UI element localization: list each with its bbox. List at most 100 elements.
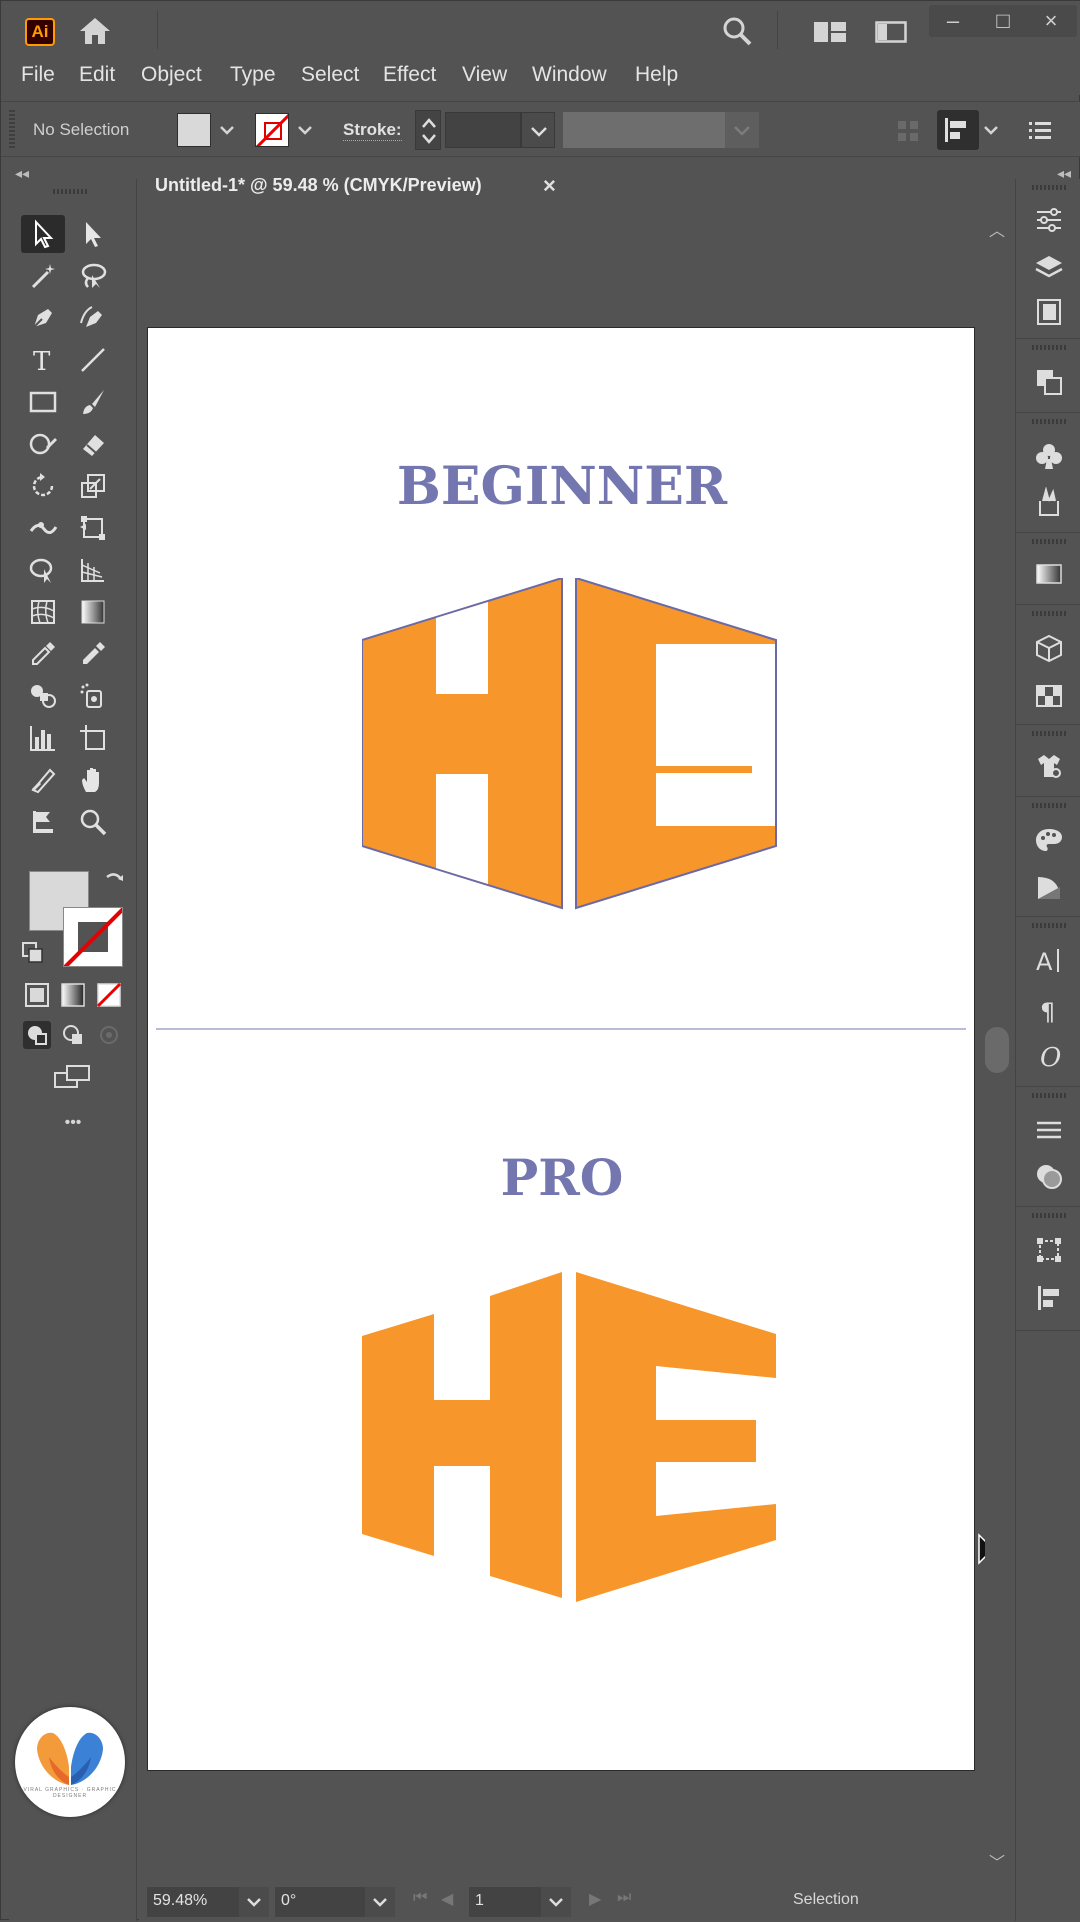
menu-object[interactable]: Object [141,63,202,87]
line-segment-tool[interactable] [71,341,115,379]
chevron-down-icon[interactable] [981,120,1001,140]
column-graph-tool[interactable] [21,719,65,757]
hand-tool[interactable] [71,761,115,799]
rotate-tool[interactable] [21,467,65,505]
scroll-down-icon[interactable]: ﹀ [989,1849,1005,1873]
tools-panel-grip[interactable] [53,189,89,194]
align-grid-icon[interactable] [897,120,919,142]
minimize-button[interactable]: – [931,7,975,35]
mesh-tool[interactable] [21,593,65,631]
scroll-up-icon[interactable]: ︿ [989,217,1005,241]
fill-swatch[interactable] [177,113,211,147]
stroke-weight-input[interactable] [445,112,521,148]
search-icon[interactable] [721,15,753,47]
stroke-color-box[interactable] [63,907,123,967]
rotation-dropdown[interactable] [365,1887,395,1917]
draw-behind-icon[interactable] [59,1021,87,1049]
stroke-panel-icon[interactable] [1034,1115,1064,1145]
swap-fill-stroke-icon[interactable] [103,869,127,893]
beginner-he-logo[interactable] [362,578,782,918]
symbol-sprayer-tool[interactable] [71,677,115,715]
dock-grip[interactable] [1032,1213,1066,1218]
gradient-panel-icon[interactable] [1034,559,1064,589]
style-dropdown-toggle[interactable] [725,112,759,148]
width-tool[interactable] [21,509,65,547]
pen-tool[interactable] [21,299,65,337]
dock-grip[interactable] [1032,803,1066,808]
character-icon[interactable]: A [1034,945,1064,975]
gradient-mode-icon[interactable] [59,981,87,1009]
draw-normal-icon[interactable] [23,1021,51,1049]
dock-grip[interactable] [1032,345,1066,350]
dock-grip[interactable] [1032,923,1066,928]
dock-grip[interactable] [1032,611,1066,616]
properties-icon[interactable] [1034,205,1064,235]
current-tool-status[interactable]: Selection [793,1891,859,1909]
control-panel-menu-icon[interactable] [1029,120,1051,140]
menu-type[interactable]: Type [230,63,276,87]
artboard-number-field[interactable]: 1 [469,1887,541,1917]
gradient-tool[interactable] [71,593,115,631]
chevron-down-icon[interactable] [217,120,237,140]
direct-selection-tool[interactable] [71,215,115,253]
lasso-tool[interactable] [71,257,115,295]
transparency-grid-icon[interactable] [1034,681,1064,711]
3d-materials-icon[interactable] [1034,633,1064,663]
pathfinder-icon[interactable] [1034,367,1064,397]
canvas-area[interactable]: BEGINNER PRO [139,211,1001,1871]
magic-wand-tool[interactable] [21,257,65,295]
blend-tool[interactable] [21,677,65,715]
menu-effect[interactable]: Effect [383,63,436,87]
type-tool[interactable]: T [21,341,65,379]
eyedropper-tool[interactable] [21,635,65,673]
document-tab[interactable]: Untitled-1* @ 59.48 % (CMYK/Preview) × [139,161,569,211]
puppet-warp-icon[interactable] [1034,751,1064,781]
menu-help[interactable]: Help [635,63,678,87]
symbols-club-icon[interactable] [1034,441,1064,471]
perspective-grid-tool[interactable] [71,551,115,589]
opentype-icon[interactable]: O [1034,1041,1064,1071]
home-icon[interactable] [77,15,113,47]
zoom-tool[interactable] [71,803,115,841]
dock-grip[interactable] [1032,419,1066,424]
rotation-field[interactable]: 0° [275,1887,365,1917]
workspace-switcher-icon[interactable] [813,21,847,43]
artboard-tool[interactable] [71,719,115,757]
edit-toolbar-button[interactable]: ••• [51,1105,95,1141]
change-screen-mode-button[interactable] [51,1059,95,1095]
close-tab-button[interactable]: × [543,173,556,199]
maximize-button[interactable]: □ [981,7,1025,35]
stroke-label[interactable]: Stroke: [343,120,402,141]
artboard-dropdown[interactable] [541,1887,571,1917]
first-artboard-icon[interactable]: ⏮ [413,1889,427,1907]
libraries-icon[interactable] [1034,297,1064,327]
next-artboard-icon[interactable]: ▶ [589,1889,601,1909]
shaper-tool[interactable] [21,425,65,463]
none-mode-icon[interactable] [95,981,123,1009]
edit-toolbar-tool[interactable] [21,803,65,841]
eraser-tool[interactable] [71,425,115,463]
paintbrush-tool[interactable] [71,383,115,421]
menu-select[interactable]: Select [301,63,359,87]
arrange-documents-icon[interactable] [875,21,907,43]
control-bar-grip[interactable] [9,110,15,150]
last-artboard-icon[interactable]: ⏭ [617,1889,631,1907]
menu-window[interactable]: Window [532,63,607,87]
free-transform-tool[interactable] [71,509,115,547]
shape-builder-tool[interactable] [21,551,65,589]
pro-he-logo[interactable] [362,1272,782,1602]
chevron-down-icon[interactable] [295,120,315,140]
color-guide-icon[interactable] [1034,873,1064,903]
brushes-icon[interactable] [1034,487,1064,517]
zoom-level-field[interactable]: 59.48% [147,1887,239,1917]
align-to-button[interactable] [937,110,979,150]
layers-icon[interactable] [1034,253,1064,283]
color-palette-icon[interactable] [1034,825,1064,855]
align-panel-icon[interactable] [1034,1283,1064,1313]
selection-tool[interactable] [21,215,65,253]
slice-tool[interactable] [21,761,65,799]
dropper-tool[interactable] [71,635,115,673]
dock-grip[interactable] [1032,185,1066,190]
transform-panel-icon[interactable] [1034,1235,1064,1265]
transparency-icon[interactable] [1034,1161,1064,1191]
